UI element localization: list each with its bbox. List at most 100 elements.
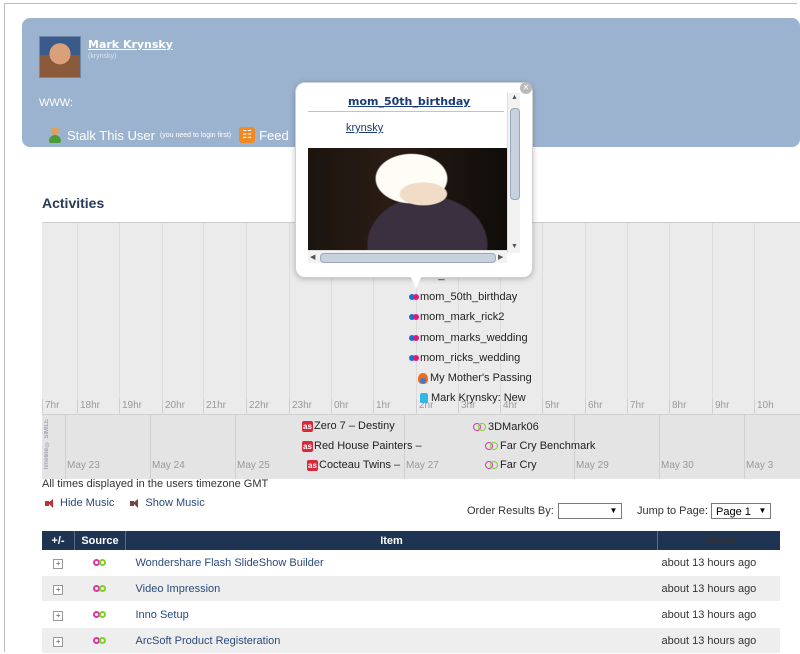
software-event[interactable]: 3DMark06 bbox=[473, 421, 539, 433]
order-select[interactable]: ▼ bbox=[558, 503, 622, 519]
grid-line bbox=[754, 223, 755, 414]
software-event[interactable]: Far Cry bbox=[485, 459, 537, 471]
popup-photo[interactable] bbox=[308, 148, 507, 250]
col-source[interactable]: Source bbox=[74, 531, 126, 550]
event-label[interactable]: 3DMark06 bbox=[488, 421, 539, 433]
table-row: + Wondershare Flash SlideShow Builder ab… bbox=[42, 550, 780, 576]
software-event[interactable]: Far Cry Benchmark bbox=[485, 440, 595, 452]
hour-label: 6hr bbox=[585, 399, 602, 413]
hour-label: 23hr bbox=[289, 399, 312, 413]
col-when[interactable]: When bbox=[657, 531, 780, 550]
grid-line bbox=[119, 223, 120, 414]
col-item[interactable]: Item bbox=[125, 531, 658, 550]
music-event[interactable]: as Cocteau Twins – bbox=[307, 459, 400, 471]
music-event[interactable]: as Zero 7 – Destiny bbox=[302, 420, 395, 432]
close-icon[interactable]: ✕ bbox=[520, 82, 532, 94]
user-add-icon[interactable] bbox=[48, 127, 62, 143]
expand-icon[interactable]: + bbox=[53, 610, 64, 621]
when-cell: about 13 hours ago bbox=[657, 601, 780, 628]
music-toggle-row: Hide Music Show Music bbox=[45, 497, 205, 509]
hide-music-link[interactable]: Hide Music bbox=[60, 497, 114, 509]
music-event[interactable]: as Red House Painters – bbox=[302, 440, 422, 452]
event-label[interactable]: mom_marks_wedding bbox=[420, 332, 528, 344]
user-name-link[interactable]: Mark Krynsky bbox=[88, 38, 173, 51]
stalk-user-link[interactable]: Stalk This User bbox=[67, 128, 155, 143]
scroll-thumb[interactable] bbox=[510, 108, 520, 200]
popup-vertical-scrollbar[interactable]: ▲ ▼ bbox=[507, 93, 520, 253]
hour-label: 0hr bbox=[331, 399, 348, 413]
event-popup: mom_50th_birthday krynsky ▲ ▼ ◀ ▶ bbox=[295, 82, 533, 278]
day-label: May 25 bbox=[237, 460, 270, 471]
col-expand[interactable]: +/- bbox=[42, 531, 75, 550]
event-label[interactable]: mom_ricks_wedding bbox=[420, 352, 520, 364]
event-label[interactable]: Mark Krynsky: New bbox=[431, 392, 526, 404]
grid-line bbox=[289, 223, 290, 414]
hour-label: 5hr bbox=[542, 399, 559, 413]
scroll-thumb[interactable] bbox=[320, 253, 496, 263]
timeline-day-band[interactable]: May 23 May 24 May 25 May 27 May 29 May 3… bbox=[42, 414, 800, 479]
expand-icon[interactable]: + bbox=[53, 558, 64, 569]
event-label[interactable]: mom_mark_rick2 bbox=[420, 311, 504, 323]
timezone-note: All times displayed in the users timezon… bbox=[42, 478, 269, 490]
scroll-right-icon[interactable]: ▶ bbox=[498, 253, 503, 261]
scroll-down-icon[interactable]: ▼ bbox=[511, 243, 518, 250]
stalk-note: (you need to login first) bbox=[159, 131, 232, 139]
event-label[interactable]: Far Cry bbox=[500, 459, 537, 471]
popup-horizontal-scrollbar[interactable]: ◀ ▶ bbox=[308, 250, 507, 263]
blog-icon bbox=[418, 372, 428, 384]
show-music-link[interactable]: Show Music bbox=[145, 497, 204, 509]
event-label[interactable]: mom_50th_birthday bbox=[420, 291, 517, 303]
hour-label: 7hr bbox=[42, 399, 59, 413]
speaker-icon[interactable] bbox=[130, 499, 139, 508]
event-label[interactable]: Far Cry Benchmark bbox=[500, 440, 595, 452]
flickr-icon bbox=[409, 335, 419, 341]
rss-feed-icon[interactable]: ☷ bbox=[239, 127, 256, 143]
speaker-muted-icon[interactable] bbox=[45, 498, 54, 508]
timeline-event[interactable]: mom_50th_birthday bbox=[409, 291, 517, 303]
popup-title-link[interactable]: mom_50th_birthday bbox=[348, 95, 470, 108]
grid-line bbox=[542, 223, 543, 414]
expand-icon[interactable]: + bbox=[53, 636, 64, 647]
table-row: + Video Impression about 13 hours ago bbox=[42, 575, 780, 602]
dropdown-caret-icon: ▼ bbox=[758, 506, 767, 515]
item-link[interactable]: Video Impression bbox=[125, 575, 658, 602]
grid-line bbox=[712, 223, 713, 414]
timeline-event[interactable]: mom_ricks_wedding bbox=[409, 352, 520, 364]
source-logo-icon bbox=[93, 584, 107, 593]
day-label: May 3 bbox=[746, 460, 774, 471]
table-row: + Inno Setup about 13 hours ago bbox=[42, 601, 780, 628]
hour-label: 21hr bbox=[203, 399, 226, 413]
grid-line bbox=[246, 223, 247, 414]
activities-title: Activities bbox=[42, 195, 105, 211]
feed-link[interactable]: Feed bbox=[259, 128, 289, 143]
item-link[interactable]: Wondershare Flash SlideShow Builder bbox=[125, 550, 658, 576]
popup-divider bbox=[308, 111, 504, 112]
stalk-row: Stalk This User (you need to login first… bbox=[48, 127, 289, 143]
grid-line bbox=[585, 223, 586, 414]
popup-user-link[interactable]: krynsky bbox=[346, 122, 383, 134]
timeline-event[interactable]: mom_mark_rick2 bbox=[409, 311, 504, 323]
popup-pointer bbox=[410, 275, 422, 289]
event-label[interactable]: Zero 7 – Destiny bbox=[314, 420, 395, 432]
timeline-event[interactable]: My Mother's Passing bbox=[418, 372, 532, 384]
source-logo-icon bbox=[485, 442, 498, 450]
event-label[interactable]: Cocteau Twins – bbox=[319, 459, 400, 471]
day-label: May 23 bbox=[67, 460, 100, 471]
scroll-left-icon[interactable]: ◀ bbox=[310, 253, 315, 261]
timeline-event[interactable]: mom_marks_wedding bbox=[409, 332, 528, 344]
expand-icon[interactable]: + bbox=[53, 584, 64, 595]
source-logo-icon bbox=[93, 610, 107, 619]
event-label[interactable]: Red House Painters – bbox=[314, 440, 422, 452]
item-link[interactable]: ArcSoft Product Registeration bbox=[125, 627, 658, 654]
simile-credit[interactable]: Timeline © SIMILE bbox=[44, 419, 50, 470]
day-label: May 30 bbox=[661, 460, 694, 471]
page-selected: Page 1 bbox=[716, 506, 751, 518]
day-label: May 29 bbox=[576, 460, 609, 471]
scroll-up-icon[interactable]: ▲ bbox=[511, 94, 518, 101]
item-link[interactable]: Inno Setup bbox=[125, 601, 658, 628]
timeline-event[interactable]: Mark Krynsky: New bbox=[420, 392, 526, 404]
event-label[interactable]: My Mother's Passing bbox=[430, 372, 532, 384]
page-select[interactable]: Page 1 ▼ bbox=[711, 503, 771, 519]
grid-line bbox=[77, 223, 78, 414]
user-avatar[interactable] bbox=[39, 36, 81, 78]
